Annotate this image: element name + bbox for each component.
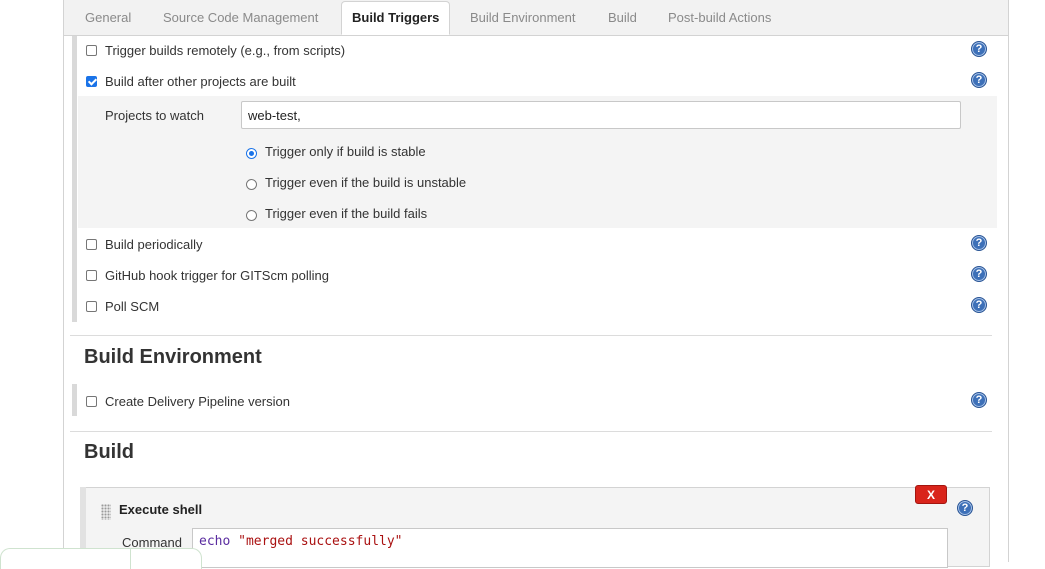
github-hook-row: GitHub hook trigger for GITScm polling: [86, 265, 329, 285]
tab-build-triggers[interactable]: Build Triggers: [341, 1, 451, 35]
trigger-remote-label: Trigger builds remotely (e.g., from scri…: [105, 42, 346, 58]
poll-scm-label: Poll SCM: [105, 298, 160, 314]
build-environment-heading: Build Environment: [84, 346, 262, 368]
radio-row-fails: Trigger even if the build fails: [246, 203, 427, 223]
github-hook-label: GitHub hook trigger for GITScm polling: [105, 267, 329, 283]
section-divider: [70, 335, 992, 336]
help-icon[interactable]: ?: [971, 72, 987, 88]
tab-post-build-actions[interactable]: Post-build Actions: [668, 10, 771, 25]
trigger-remote-checkbox[interactable]: [86, 44, 97, 56]
delivery-pipeline-checkbox[interactable]: [86, 395, 97, 407]
tab-source-code-management[interactable]: Source Code Management: [163, 10, 318, 25]
delivery-pipeline-row: Create Delivery Pipeline version: [86, 391, 290, 411]
poll-scm-row: Poll SCM: [86, 296, 159, 316]
radio-stable[interactable]: [246, 147, 257, 159]
radio-fails-label: Trigger even if the build fails: [265, 205, 428, 221]
help-icon[interactable]: ?: [971, 41, 987, 57]
execute-shell-title: Execute shell: [119, 502, 203, 517]
radio-fails[interactable]: [246, 209, 257, 221]
build-after-row: Build after other projects are built: [86, 71, 296, 91]
code-keyword: echo: [199, 534, 231, 549]
code-string: "merged successfully": [238, 534, 403, 549]
triggers-section-bar: [72, 36, 77, 322]
config-tabbar: General Source Code Management Build Tri…: [64, 0, 1008, 36]
help-icon[interactable]: ?: [957, 500, 973, 516]
help-icon[interactable]: ?: [971, 266, 987, 282]
delete-step-button[interactable]: X: [915, 485, 947, 504]
bottom-corner-tab: [0, 548, 202, 569]
projects-to-watch-input[interactable]: web-test,: [241, 101, 961, 129]
build-periodically-row: Build periodically: [86, 234, 203, 254]
help-icon[interactable]: ?: [971, 392, 987, 408]
github-hook-checkbox[interactable]: [86, 269, 97, 281]
build-heading: Build: [84, 441, 134, 463]
tab-build-environment[interactable]: Build Environment: [470, 10, 576, 25]
tab-build[interactable]: Build: [608, 10, 637, 25]
help-icon[interactable]: ?: [971, 235, 987, 251]
projects-to-watch-label: Projects to watch: [105, 108, 204, 123]
radio-stable-label: Trigger only if build is stable: [265, 143, 426, 159]
drag-handle-icon[interactable]: [101, 504, 111, 520]
radio-unstable[interactable]: [246, 178, 257, 190]
radio-unstable-label: Trigger even if the build is unstable: [265, 174, 467, 190]
radio-row-unstable: Trigger even if the build is unstable: [246, 172, 466, 192]
build-after-checkbox[interactable]: [86, 75, 97, 87]
delivery-pipeline-label: Create Delivery Pipeline version: [105, 393, 290, 409]
tab-general[interactable]: General: [85, 10, 131, 25]
job-config-panel: General Source Code Management Build Tri…: [63, 0, 1009, 568]
help-icon[interactable]: ?: [971, 297, 987, 313]
build-after-label: Build after other projects are built: [105, 73, 296, 89]
radio-row-stable: Trigger only if build is stable: [246, 141, 426, 161]
build-periodically-checkbox[interactable]: [86, 238, 97, 250]
build-env-section-bar: [72, 384, 77, 416]
command-editor[interactable]: echo "merged successfully": [192, 528, 948, 568]
trigger-remote-row: Trigger builds remotely (e.g., from scri…: [86, 40, 345, 60]
poll-scm-checkbox[interactable]: [86, 300, 97, 312]
section-divider: [70, 431, 992, 432]
build-periodically-label: Build periodically: [105, 236, 203, 252]
